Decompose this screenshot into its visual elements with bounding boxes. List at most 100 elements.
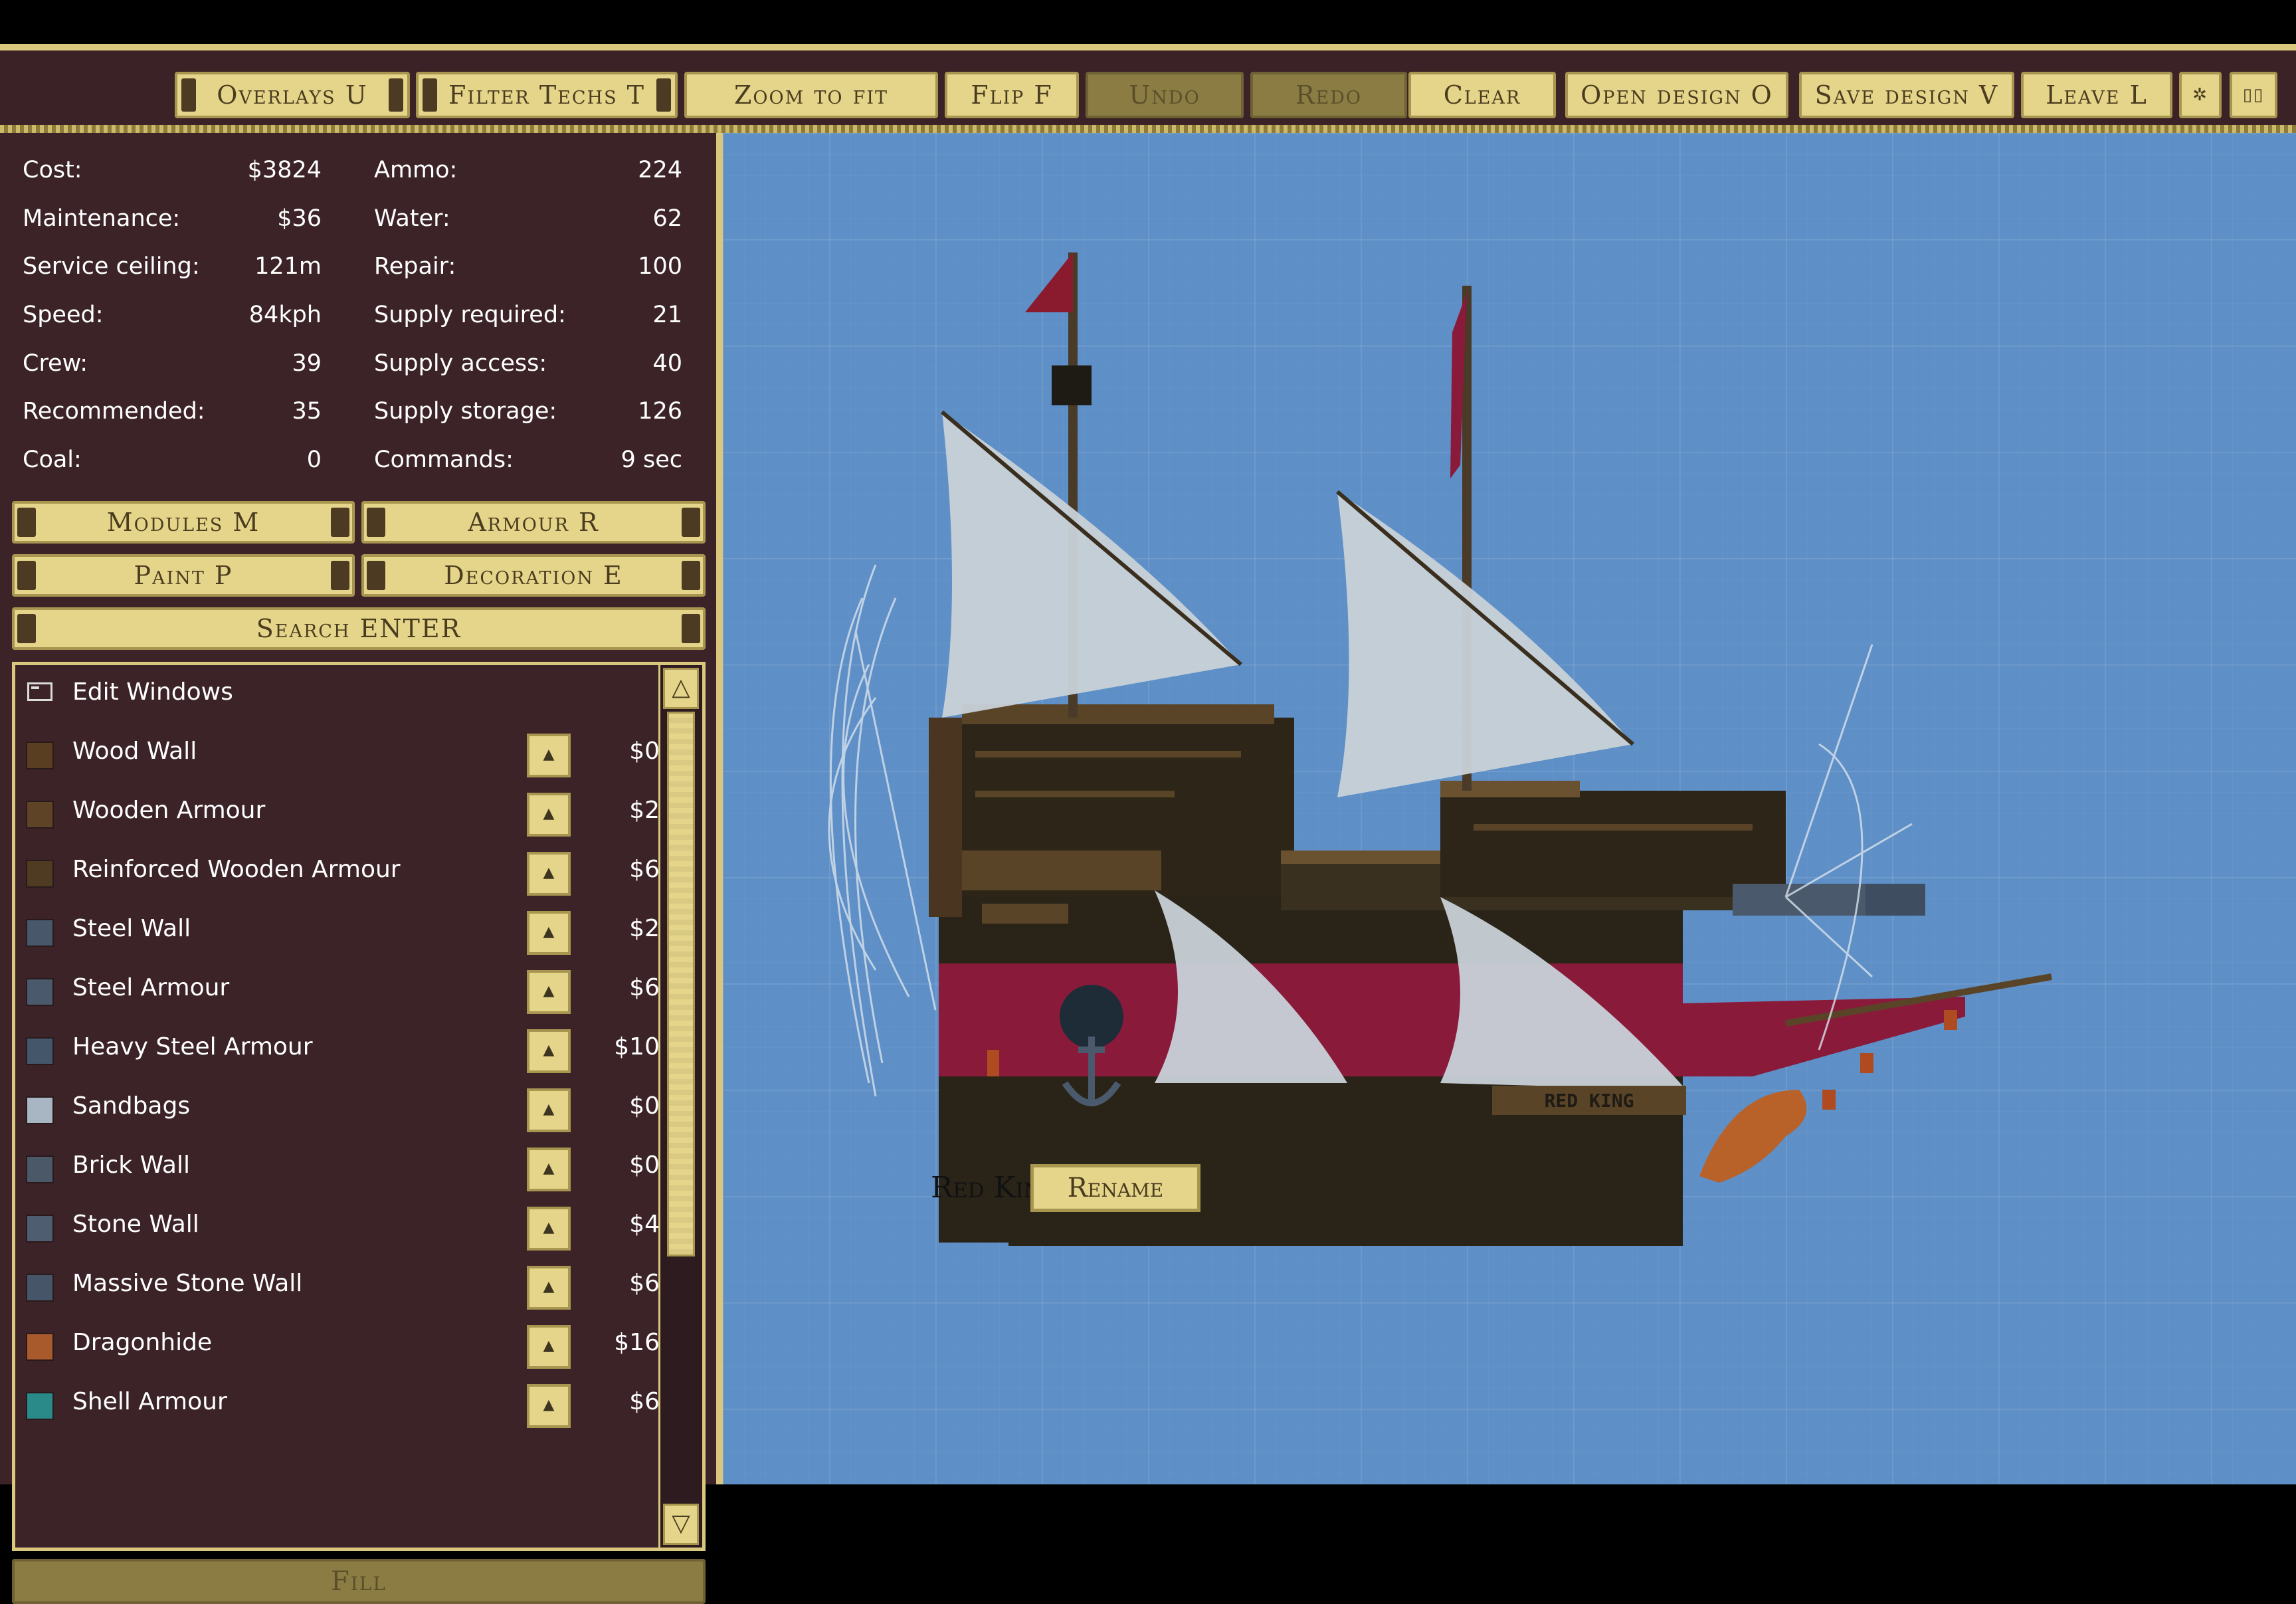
- scroll-down-button[interactable]: ▽: [663, 1504, 699, 1545]
- aft-balcony: [962, 851, 1161, 890]
- item-price: $0: [629, 1152, 660, 1179]
- edit-windows-row[interactable]: Edit Windows: [15, 665, 660, 724]
- fill-button[interactable]: Fill: [12, 1559, 706, 1604]
- stat-coal: Coal: 0: [23, 436, 322, 484]
- list-item[interactable]: Stone Wall ▲ $4: [15, 1197, 660, 1256]
- list-item[interactable]: Steel Wall ▲ $2: [15, 902, 660, 961]
- stat-maintenance: Maintenance: $36: [23, 195, 322, 243]
- clear-button[interactable]: Clear: [1408, 72, 1556, 118]
- fore-rigging: [1784, 644, 1913, 1051]
- list-item[interactable]: Shell Armour ▲ $6: [15, 1375, 660, 1434]
- upgrade-button[interactable]: ▲: [527, 734, 571, 777]
- material-swatch-icon: [26, 1096, 54, 1124]
- stat-value: 126: [638, 398, 682, 425]
- stat-value: 9 sec: [621, 447, 682, 474]
- list-item[interactable]: Reinforced Wooden Armour ▲ $6: [15, 843, 660, 902]
- upgrade-button[interactable]: ▲: [527, 1384, 571, 1428]
- item-name: Massive Stone Wall: [72, 1270, 303, 1297]
- overlays-label: Overlays U: [217, 80, 368, 110]
- lion-figurehead: [1699, 1090, 1807, 1183]
- stat-label: Repair:: [374, 253, 456, 280]
- material-swatch-icon: [26, 1215, 54, 1243]
- list-item[interactable]: Brick Wall ▲ $0: [15, 1138, 660, 1197]
- upgrade-button[interactable]: ▲: [527, 793, 571, 837]
- upgrade-button[interactable]: ▲: [527, 1088, 571, 1132]
- rigging-lines: [828, 564, 937, 1097]
- item-name: Heavy Steel Armour: [72, 1033, 313, 1060]
- triangle-down-icon: ▽: [672, 1510, 690, 1537]
- scroll-up-button[interactable]: △: [663, 668, 699, 709]
- settings-button[interactable]: ✲: [2179, 72, 2222, 118]
- upgrade-button[interactable]: ▲: [527, 1207, 571, 1251]
- stat-label: Recommended:: [23, 398, 205, 425]
- rename-button[interactable]: Rename: [1030, 1164, 1200, 1212]
- design-side-panel: Cost: $3824 Maintenance: $36 Service ceili…: [0, 133, 723, 1604]
- armour-tab[interactable]: Armour R: [361, 501, 706, 544]
- stat-label: Ammo:: [374, 157, 458, 183]
- list-item[interactable]: Sandbags ▲ $0: [15, 1079, 660, 1138]
- upgrade-button[interactable]: ▲: [527, 911, 571, 955]
- list-item[interactable]: Wooden Armour ▲ $2: [15, 783, 660, 843]
- window-icon: [27, 682, 52, 701]
- upgrade-button[interactable]: ▲: [527, 1148, 571, 1191]
- item-name: Shell Armour: [72, 1388, 227, 1415]
- upgrade-button[interactable]: ▲: [527, 1029, 571, 1073]
- clear-label: Clear: [1443, 80, 1521, 110]
- list-item[interactable]: Dragonhide ▲ $16: [15, 1316, 660, 1375]
- upgrade-icon: ▲: [543, 1397, 555, 1413]
- stat-commands: Commands: 9 sec: [374, 436, 682, 484]
- stat-label: Commands:: [374, 447, 514, 474]
- overlays-button[interactable]: Overlays U: [175, 72, 410, 118]
- list-scrollbar[interactable]: △ ▽: [658, 665, 702, 1548]
- stat-water: Water: 62: [374, 195, 682, 243]
- zoom-to-fit-label: Zoom to fit: [733, 80, 889, 110]
- upgrade-button[interactable]: ▲: [527, 852, 571, 896]
- undo-button[interactable]: Undo: [1086, 72, 1244, 118]
- list-item[interactable]: Massive Stone Wall ▲ $6: [15, 1256, 660, 1316]
- stat-cost: Cost: $3824: [23, 146, 322, 195]
- item-name: Reinforced Wooden Armour: [72, 856, 401, 883]
- item-name: Dragonhide: [72, 1329, 213, 1356]
- book-icon: ▯▯: [2242, 85, 2265, 105]
- item-name: Steel Wall: [72, 915, 191, 942]
- armour-list[interactable]: Edit Windows Wood Wall ▲ $0 Wooden Armour ▲ $…: [12, 662, 706, 1551]
- search-button[interactable]: Search ENTER: [12, 607, 706, 650]
- upgrade-button[interactable]: ▲: [527, 1325, 571, 1369]
- stat-label: Supply required:: [374, 302, 566, 329]
- open-design-button[interactable]: Open design O: [1565, 72, 1788, 118]
- material-swatch-icon: [26, 978, 54, 1006]
- leave-button[interactable]: Leave L: [2021, 72, 2172, 118]
- modules-tab[interactable]: Modules M: [12, 501, 355, 544]
- list-item[interactable]: Wood Wall ▲ $0: [15, 724, 660, 783]
- flip-button[interactable]: Flip F: [945, 72, 1079, 118]
- stat-label: Speed:: [23, 302, 104, 329]
- upgrade-button[interactable]: ▲: [527, 970, 571, 1014]
- decoration-tab[interactable]: Decoration E: [361, 554, 706, 597]
- design-canvas[interactable]: RED KING Red King Rename: [723, 133, 2296, 1484]
- list-item[interactable]: Steel Armour ▲ $6: [15, 961, 660, 1020]
- item-price: $16: [614, 1329, 660, 1356]
- zoom-to-fit-button[interactable]: Zoom to fit: [684, 72, 938, 118]
- manual-button[interactable]: ▯▯: [2230, 72, 2277, 118]
- leave-label: Leave L: [2046, 80, 2148, 110]
- upgrade-button[interactable]: ▲: [527, 1266, 571, 1310]
- scroll-thumb[interactable]: [667, 712, 695, 1256]
- redo-button[interactable]: Redo: [1250, 72, 1407, 118]
- list-item[interactable]: Heavy Steel Armour ▲ $10: [15, 1020, 660, 1079]
- filter-techs-button[interactable]: Filter Techs T: [416, 72, 678, 118]
- edit-windows-label: Edit Windows: [72, 678, 233, 706]
- upgrade-icon: ▲: [543, 1338, 555, 1354]
- stat-repair: Repair: 100: [374, 243, 682, 291]
- crows-nest: [1052, 365, 1092, 405]
- stats-column-right: Ammo: 224 Water: 62 Repair: 100 Supply requ…: [374, 146, 682, 484]
- save-design-button[interactable]: Save design V: [1799, 72, 2014, 118]
- paint-tab[interactable]: Paint P: [12, 554, 355, 597]
- stat-ammo: Ammo: 224: [374, 146, 682, 195]
- item-price: $6: [629, 974, 660, 1001]
- stat-value: 62: [652, 205, 682, 232]
- item-name: Wooden Armour: [72, 797, 266, 824]
- stat-speed: Speed: 84kph: [23, 291, 322, 340]
- material-swatch-icon: [26, 1155, 54, 1183]
- material-swatch-icon: [26, 1037, 54, 1065]
- item-price: $6: [629, 856, 660, 883]
